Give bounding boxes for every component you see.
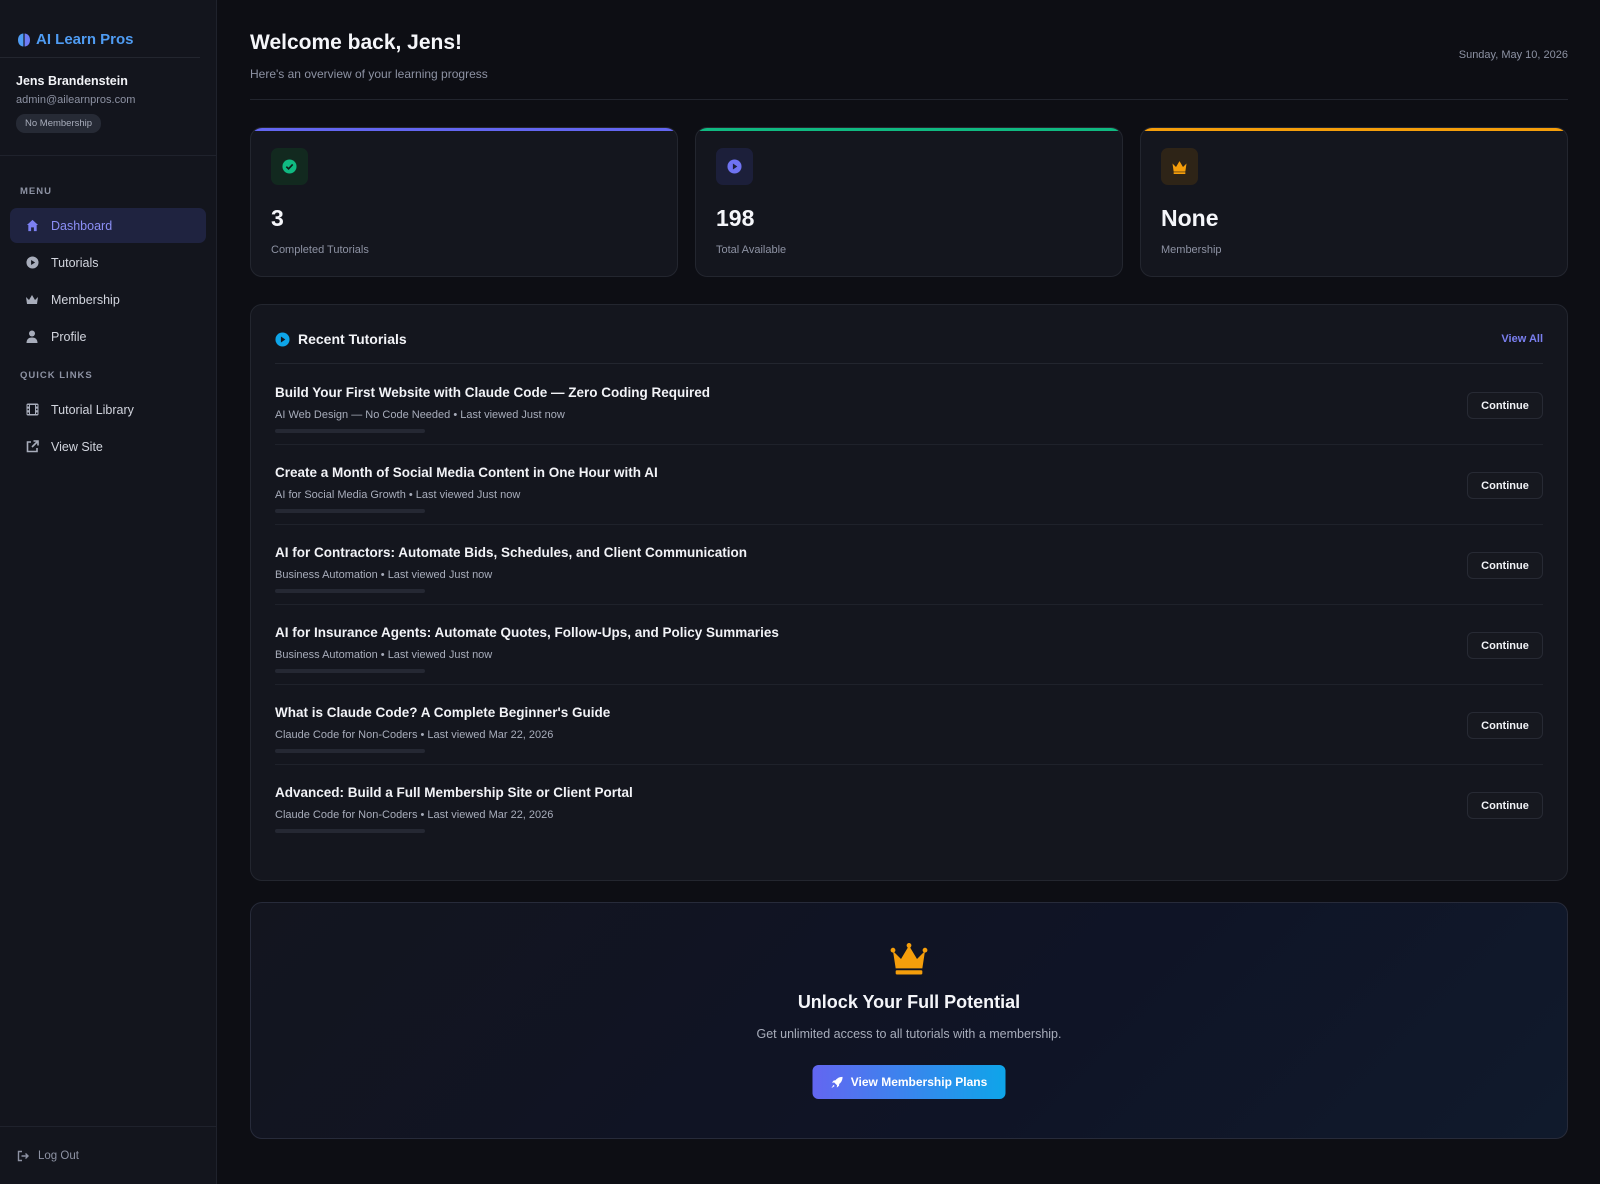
- stat-card-total: 198 Total Available: [695, 127, 1123, 277]
- user-email: admin@ailearnpros.com: [16, 94, 136, 106]
- external-link-icon: [25, 440, 39, 454]
- list-item[interactable]: Create a Month of Social Media Content i…: [275, 445, 1543, 525]
- sidebar-item-tutorial-library[interactable]: Tutorial Library: [10, 392, 206, 427]
- tutorial-title[interactable]: Create a Month of Social Media Content i…: [275, 465, 658, 480]
- tutorial-progress-bar: [275, 749, 425, 753]
- tutorial-progress-bar: [275, 509, 425, 513]
- list-item[interactable]: AI for Insurance Agents: Automate Quotes…: [275, 605, 1543, 685]
- continue-button[interactable]: Continue: [1467, 712, 1543, 739]
- tutorial-list: Build Your First Website with Claude Cod…: [275, 364, 1543, 845]
- sidebar-item-profile[interactable]: Profile: [10, 319, 206, 354]
- continue-button[interactable]: Continue: [1467, 552, 1543, 579]
- logout-button[interactable]: Log Out: [0, 1126, 216, 1184]
- play-circle-icon: [275, 331, 290, 347]
- stat-label: Total Available: [716, 244, 787, 256]
- page-subtitle: Here's an overview of your learning prog…: [250, 67, 488, 81]
- page-header: Welcome back, Jens! Here's an overview o…: [250, 0, 1568, 100]
- film-icon: [25, 403, 39, 417]
- stats-row: 3 Completed Tutorials 198 Total Availabl…: [250, 127, 1568, 277]
- rocket-icon: [831, 1076, 843, 1088]
- crown-icon: [890, 943, 928, 980]
- list-item[interactable]: Build Your First Website with Claude Cod…: [275, 365, 1543, 445]
- continue-button[interactable]: Continue: [1467, 792, 1543, 819]
- tutorial-title[interactable]: Advanced: Build a Full Membership Site o…: [275, 785, 633, 800]
- tutorial-title[interactable]: AI for Contractors: Automate Bids, Sched…: [275, 545, 747, 560]
- user-name: Jens Brandenstein: [16, 74, 128, 88]
- tutorial-title[interactable]: Build Your First Website with Claude Cod…: [275, 385, 710, 400]
- play-circle-icon: [25, 256, 39, 270]
- sidebar-item-label: Membership: [51, 292, 120, 307]
- sidebar-item-view-site[interactable]: View Site: [10, 429, 206, 464]
- tutorial-meta: Business Automation • Last viewed Just n…: [275, 569, 493, 581]
- tutorial-title[interactable]: What is Claude Code? A Complete Beginner…: [275, 705, 610, 720]
- continue-button[interactable]: Continue: [1467, 472, 1543, 499]
- list-item[interactable]: AI for Contractors: Automate Bids, Sched…: [275, 525, 1543, 605]
- stat-value: 3: [271, 205, 284, 231]
- sidebar: AI Learn Pros Jens Brandenstein admin@ai…: [0, 0, 217, 1184]
- list-item[interactable]: Advanced: Build a Full Membership Site o…: [275, 765, 1543, 845]
- quick-links-label: QUICK LINKS: [20, 370, 93, 381]
- logout-label: Log Out: [38, 1149, 79, 1162]
- membership-badge: No Membership: [16, 114, 102, 133]
- brand[interactable]: AI Learn Pros: [0, 0, 200, 58]
- stat-value: 198: [716, 205, 755, 231]
- sidebar-item-label: Dashboard: [51, 218, 113, 233]
- continue-button[interactable]: Continue: [1467, 632, 1543, 659]
- section-title-text: Recent Tutorials: [298, 331, 407, 347]
- play-circle-icon: [716, 148, 753, 185]
- tutorial-title[interactable]: AI for Insurance Agents: Automate Quotes…: [275, 625, 779, 640]
- sidebar-item-membership[interactable]: Membership: [10, 282, 206, 317]
- section-title: Recent Tutorials: [275, 331, 407, 347]
- promo-title: Unlock Your Full Potential: [797, 992, 1021, 1012]
- stat-card-accent: [251, 128, 677, 131]
- check-circle-icon: [271, 148, 308, 185]
- tutorial-meta: Claude Code for Non-Coders • Last viewed…: [275, 729, 554, 741]
- stat-value: None: [1161, 205, 1219, 231]
- tutorial-progress-bar: [275, 829, 425, 833]
- stat-card-accent: [696, 128, 1122, 131]
- sidebar-item-label: Tutorial Library: [51, 402, 134, 417]
- user-info: Jens Brandenstein admin@ailearnpros.com …: [0, 58, 216, 156]
- current-date: Sunday, May 10, 2026: [1458, 49, 1568, 61]
- stat-card-accent: [1141, 128, 1567, 131]
- tutorial-progress-bar: [275, 589, 425, 593]
- tutorial-progress-bar: [275, 429, 425, 433]
- tutorial-meta: AI for Social Media Growth • Last viewed…: [275, 489, 521, 501]
- sidebar-item-dashboard[interactable]: Dashboard: [10, 208, 206, 243]
- stat-label: Completed Tutorials: [271, 244, 369, 256]
- sidebar-item-tutorials[interactable]: Tutorials: [10, 245, 206, 280]
- view-all-link[interactable]: View All: [1501, 333, 1543, 345]
- stat-card-membership: None Membership: [1140, 127, 1568, 277]
- promo-text: Get unlimited access to all tutorials wi…: [756, 1027, 1062, 1041]
- user-icon: [25, 330, 39, 344]
- tutorial-progress-bar: [275, 669, 425, 673]
- recent-tutorials-header: Recent Tutorials View All: [275, 305, 1543, 364]
- membership-promo: Unlock Your Full Potential Get unlimited…: [250, 902, 1568, 1139]
- brand-name: AI Learn Pros: [36, 31, 134, 48]
- continue-button[interactable]: Continue: [1467, 392, 1543, 419]
- list-item[interactable]: What is Claude Code? A Complete Beginner…: [275, 685, 1543, 765]
- logout-icon: [16, 1149, 30, 1163]
- main-content: Welcome back, Jens! Here's an overview o…: [250, 0, 1568, 1139]
- tutorial-meta: Claude Code for Non-Coders • Last viewed…: [275, 809, 554, 821]
- view-membership-plans-button[interactable]: View Membership Plans: [812, 1065, 1006, 1099]
- tutorial-meta: AI Web Design — No Code Needed • Last vi…: [275, 409, 565, 421]
- tutorial-meta: Business Automation • Last viewed Just n…: [275, 649, 493, 661]
- brain-icon: [18, 33, 30, 46]
- crown-icon: [25, 293, 39, 307]
- sidebar-item-label: View Site: [51, 439, 103, 454]
- home-icon: [25, 219, 39, 233]
- promo-button-label: View Membership Plans: [850, 1075, 988, 1089]
- crown-icon: [1161, 148, 1198, 185]
- menu-label: MENU: [20, 186, 52, 197]
- sidebar-item-label: Tutorials: [51, 255, 99, 270]
- page-title: Welcome back, Jens!: [250, 31, 463, 54]
- sidebar-item-label: Profile: [51, 329, 87, 344]
- stat-label: Membership: [1161, 244, 1222, 256]
- stat-card-completed: 3 Completed Tutorials: [250, 127, 678, 277]
- recent-tutorials-panel: Recent Tutorials View All Build Your Fir…: [250, 304, 1568, 881]
